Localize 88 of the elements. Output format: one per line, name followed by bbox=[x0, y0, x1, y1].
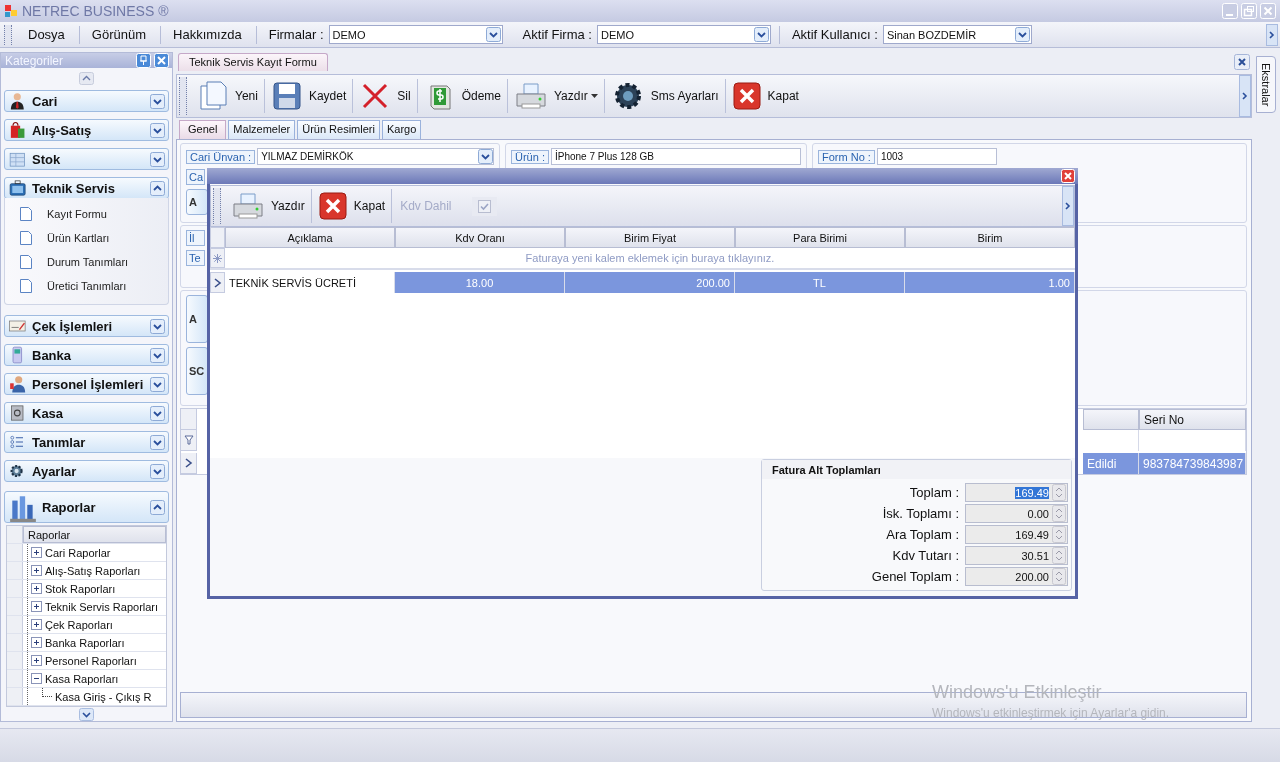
table-cell: 200.00 bbox=[565, 272, 735, 293]
tree-node[interactable]: Teknik Servis Raporları bbox=[45, 600, 159, 613]
group-header[interactable]: Kasa bbox=[4, 402, 169, 424]
group-header[interactable]: Çek İşlemleri bbox=[4, 315, 169, 337]
table-row[interactable]: TEKNİK SERVİS ÜCRETİ 18.00 200.00 TL 1.00 bbox=[210, 272, 1075, 293]
button[interactable]: A bbox=[186, 295, 208, 343]
field-label[interactable]: Form No : bbox=[818, 149, 875, 164]
group-header[interactable]: Teknik Servis bbox=[4, 177, 169, 199]
nav-link[interactable]: Durum Tanımları bbox=[47, 256, 129, 268]
table-cell: 18.00 bbox=[395, 272, 565, 293]
column-header: Para Birimi bbox=[735, 227, 905, 248]
group-header[interactable]: Banka bbox=[4, 344, 169, 366]
tab[interactable]: Genel bbox=[179, 120, 227, 139]
spin-field[interactable]: 169.49 bbox=[965, 483, 1068, 502]
toolbar-button[interactable]: Kapat bbox=[725, 77, 805, 115]
combo-box[interactable]: Sinan BOZDEMİR bbox=[882, 25, 1032, 44]
column-header: Raporlar bbox=[23, 526, 166, 543]
column-header: Açıklama bbox=[225, 227, 395, 248]
field-label: Genel Toplam : bbox=[871, 569, 959, 584]
field-label: Ara Toplam : bbox=[886, 527, 959, 542]
combo-label: Aktif Firma : bbox=[521, 27, 593, 42]
field-label[interactable]: Ürün : bbox=[511, 149, 549, 164]
nav-link[interactable]: Kayıt Formu bbox=[47, 208, 107, 220]
tree-node[interactable]: Banka Raporları bbox=[45, 636, 125, 649]
input-field[interactable]: 1003 bbox=[876, 148, 997, 165]
group-header[interactable]: Cari bbox=[4, 90, 169, 112]
group-header[interactable]: Stok bbox=[4, 148, 169, 170]
field-label: İsk. Toplamı : bbox=[882, 506, 959, 521]
panel-title: Kategoriler bbox=[5, 53, 64, 68]
tab[interactable]: Ürün Resimleri bbox=[297, 120, 380, 139]
field-label[interactable]: Cari Ünvan : bbox=[186, 149, 256, 164]
toolbar-button[interactable]: Yeni bbox=[191, 77, 264, 115]
tree-node[interactable]: Kasa Raporları bbox=[45, 672, 119, 685]
tab[interactable]: Kargo bbox=[381, 120, 422, 139]
toolbar-button[interactable]: Kaydet bbox=[264, 77, 353, 115]
field-label: Kdv Tutarı : bbox=[892, 548, 959, 563]
column-header: Birim bbox=[905, 227, 1075, 248]
combo-box[interactable]: DEMO bbox=[596, 25, 771, 44]
group-header[interactable]: Tanımlar bbox=[4, 431, 169, 453]
input-field[interactable]: İPhone 7 Plus 128 GB bbox=[550, 148, 801, 165]
group-header[interactable]: Raporlar bbox=[4, 491, 169, 523]
table-cell: Edildi bbox=[1083, 453, 1139, 474]
combo-box[interactable]: DEMO bbox=[328, 25, 503, 44]
toolbar-button[interactable]: Sms Ayarları bbox=[604, 77, 725, 115]
button[interactable]: A bbox=[186, 189, 208, 215]
nav-link[interactable]: Ürün Kartları bbox=[47, 232, 110, 244]
menu-item[interactable]: Görünüm bbox=[79, 27, 161, 42]
spin-field[interactable]: 200.00 bbox=[965, 567, 1068, 586]
tree-node[interactable]: Stok Raporları bbox=[45, 582, 116, 595]
nav-link[interactable]: Üretici Tanımları bbox=[47, 280, 127, 292]
toolbar-button[interactable]: Yazdır bbox=[508, 77, 604, 115]
group-header[interactable]: Alış-Satış bbox=[4, 119, 169, 141]
tree-node[interactable]: Cari Raporlar bbox=[45, 546, 111, 559]
group-header[interactable]: Personel İşlemleri bbox=[4, 373, 169, 395]
spin-field[interactable]: 30.51 bbox=[965, 546, 1068, 565]
window-title: NETREC BUSINESS ® bbox=[22, 3, 169, 19]
checkbox-label: Kdv Dahil bbox=[400, 199, 452, 213]
spin-field[interactable]: 169.49 bbox=[965, 525, 1068, 544]
field-label: Te bbox=[186, 250, 205, 266]
field-label: Ca bbox=[186, 169, 205, 185]
table-cell: TL bbox=[735, 272, 905, 293]
button[interactable]: SC bbox=[186, 347, 208, 395]
side-tab[interactable]: Ekstralar bbox=[1256, 56, 1276, 114]
menu-item[interactable]: Hakkımızda bbox=[161, 27, 256, 42]
column-header: Seri No bbox=[1139, 409, 1246, 430]
column-header: Birim Fiyat bbox=[565, 227, 735, 248]
group-header[interactable]: Ayarlar bbox=[4, 460, 169, 482]
column-header: Kdv Oranı bbox=[395, 227, 565, 248]
tab[interactable]: Malzemeler bbox=[228, 120, 296, 139]
document-tab[interactable]: Teknik Servis Kayıt Formu bbox=[178, 53, 328, 71]
tree-node[interactable]: Personel Raporları bbox=[45, 654, 137, 667]
table-cell: 1.00 bbox=[905, 272, 1075, 293]
combo-label: Aktif Kullanıcı : bbox=[790, 27, 879, 42]
combo-label: Firmalar : bbox=[267, 27, 325, 42]
spin-field[interactable]: 0.00 bbox=[965, 504, 1068, 523]
tree-node[interactable]: Kasa Giriş - Çıkış R bbox=[55, 690, 152, 703]
toolbar-button[interactable]: Ödeme bbox=[417, 77, 507, 115]
tree-node[interactable]: Alış-Satış Raporları bbox=[45, 564, 141, 577]
table-cell: 983784739843987 bbox=[1139, 453, 1246, 474]
tree-node[interactable]: Çek Raporları bbox=[45, 618, 113, 631]
toolbar-button[interactable]: Kapat bbox=[311, 187, 392, 225]
group-title: Fatura Alt Toplamları bbox=[762, 460, 1071, 479]
toolbar-button[interactable]: Yazdır bbox=[225, 187, 311, 225]
field-label: Toplam : bbox=[909, 485, 959, 500]
field-label: İl bbox=[186, 230, 205, 246]
input-field[interactable]: YILMAZ DEMİRKÖK bbox=[257, 148, 494, 165]
toolbar-button[interactable]: Sil bbox=[353, 77, 417, 115]
menu-item[interactable]: Dosya bbox=[16, 27, 79, 42]
